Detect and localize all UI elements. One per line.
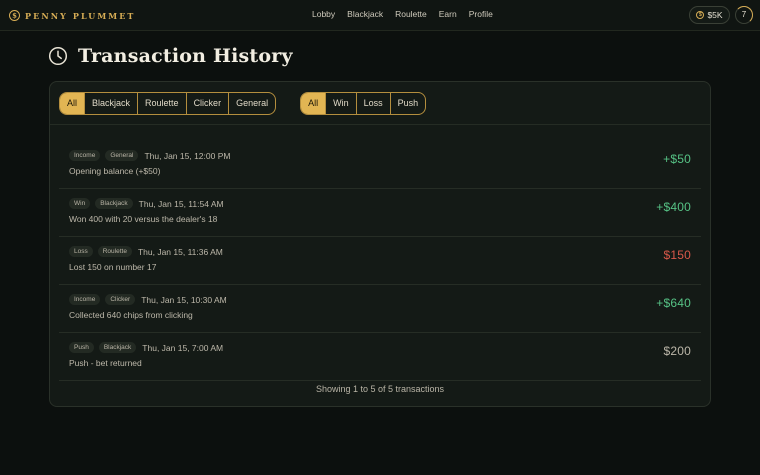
game-filter-blackjack[interactable]: Blackjack (85, 93, 139, 114)
transaction-row: Income General Thu, Jan 15, 12:00 PM Ope… (59, 141, 701, 189)
result-filter-win[interactable]: Win (326, 93, 357, 114)
transaction-row: Loss Roulette Thu, Jan 15, 11:36 AM Lost… (59, 237, 701, 285)
nav-item-profile[interactable]: Profile (469, 9, 493, 22)
game-filter-all[interactable]: All (60, 93, 86, 114)
clock-icon (48, 46, 68, 66)
transaction-time: Thu, Jan 15, 10:30 AM (141, 294, 227, 305)
transaction-time: Thu, Jan 15, 12:00 PM (144, 150, 231, 161)
divider (50, 124, 710, 125)
game-filter-general[interactable]: General (229, 93, 275, 114)
transaction-time: Thu, Jan 15, 7:00 AM (142, 342, 224, 353)
top-navbar: $ PENNY PLUMMET Lobby Blackjack Roulette… (0, 0, 760, 31)
brand-name: PENNY PLUMMET (25, 10, 136, 21)
brand-logo[interactable]: $ PENNY PLUMMET (9, 9, 135, 22)
page-header: Transaction History (48, 44, 293, 68)
transaction-description: Collected 640 chips from clicking (69, 310, 193, 320)
nav-item-roulette[interactable]: Roulette (395, 9, 427, 22)
transaction-row: Income Clicker Thu, Jan 15, 10:30 AM Col… (59, 285, 701, 333)
transaction-meta: Push Blackjack Thu, Jan 15, 7:00 AM (69, 342, 223, 353)
transaction-meta: Loss Roulette Thu, Jan 15, 11:36 AM (69, 246, 223, 257)
nav-item-earn[interactable]: Earn (439, 9, 457, 22)
balance-amount: $5K (707, 10, 723, 20)
nav-item-blackjack[interactable]: Blackjack (347, 9, 383, 22)
transaction-time: Thu, Jan 15, 11:36 AM (137, 246, 223, 257)
transaction-amount: +$400 (656, 200, 691, 214)
game-tag: Blackjack (98, 342, 137, 353)
type-tag: Win (69, 198, 91, 209)
transaction-amount: +$640 (656, 296, 691, 310)
filter-row: All Blackjack Roulette Clicker General A… (59, 92, 427, 115)
transaction-meta: Win Blackjack Thu, Jan 15, 11:54 AM (69, 198, 224, 209)
transaction-amount: $150 (663, 248, 691, 262)
game-filter-clicker[interactable]: Clicker (187, 93, 230, 114)
game-tag: Blackjack (95, 198, 133, 209)
game-filter-roulette[interactable]: Roulette (138, 93, 187, 114)
type-tag: Income (69, 294, 101, 305)
transaction-description: Push - bet returned (69, 358, 142, 368)
result-filter-loss[interactable]: Loss (357, 93, 391, 114)
transactions-card: All Blackjack Roulette Clicker General A… (49, 81, 711, 407)
pagination-summary: Showing 1 to 5 of 5 transactions (315, 384, 445, 394)
balance-pill[interactable]: $ $5K (689, 6, 730, 24)
type-tag: Push (69, 342, 94, 353)
level-progress-ring (734, 5, 753, 24)
game-filter: All Blackjack Roulette Clicker General (59, 92, 277, 115)
type-tag: Loss (69, 246, 93, 257)
result-filter-push[interactable]: Push (391, 93, 426, 114)
nav-item-lobby[interactable]: Lobby (312, 9, 335, 22)
transaction-description: Lost 150 on number 17 (69, 262, 157, 272)
transaction-row: Win Blackjack Thu, Jan 15, 11:54 AM Won … (59, 189, 701, 237)
transaction-description: Opening balance (+$50) (69, 166, 161, 176)
transaction-meta: Income Clicker Thu, Jan 15, 10:30 AM (69, 294, 227, 305)
transaction-meta: Income General Thu, Jan 15, 12:00 PM (69, 150, 230, 161)
level-badge[interactable]: 7 (734, 5, 753, 24)
page-title: Transaction History (78, 45, 293, 67)
result-filter-all[interactable]: All (301, 93, 327, 114)
type-tag: Income (69, 150, 101, 161)
transaction-amount: $200 (663, 344, 691, 358)
transaction-description: Won 400 with 20 versus the dealer's 18 (69, 214, 218, 224)
game-tag: Roulette (97, 246, 132, 257)
game-tag: Clicker (105, 294, 136, 305)
transaction-time: Thu, Jan 15, 11:54 AM (138, 198, 224, 209)
transaction-amount: +$50 (663, 152, 691, 166)
game-tag: General (105, 150, 139, 161)
coin-icon: $ (9, 10, 20, 21)
result-filter: All Win Loss Push (300, 92, 427, 115)
coin-icon: $ (696, 11, 705, 19)
transaction-row: Push Blackjack Thu, Jan 15, 7:00 AM Push… (59, 333, 701, 381)
transaction-list: Income General Thu, Jan 15, 12:00 PM Ope… (59, 141, 701, 381)
main-nav: Lobby Blackjack Roulette Earn Profile (312, 9, 493, 22)
